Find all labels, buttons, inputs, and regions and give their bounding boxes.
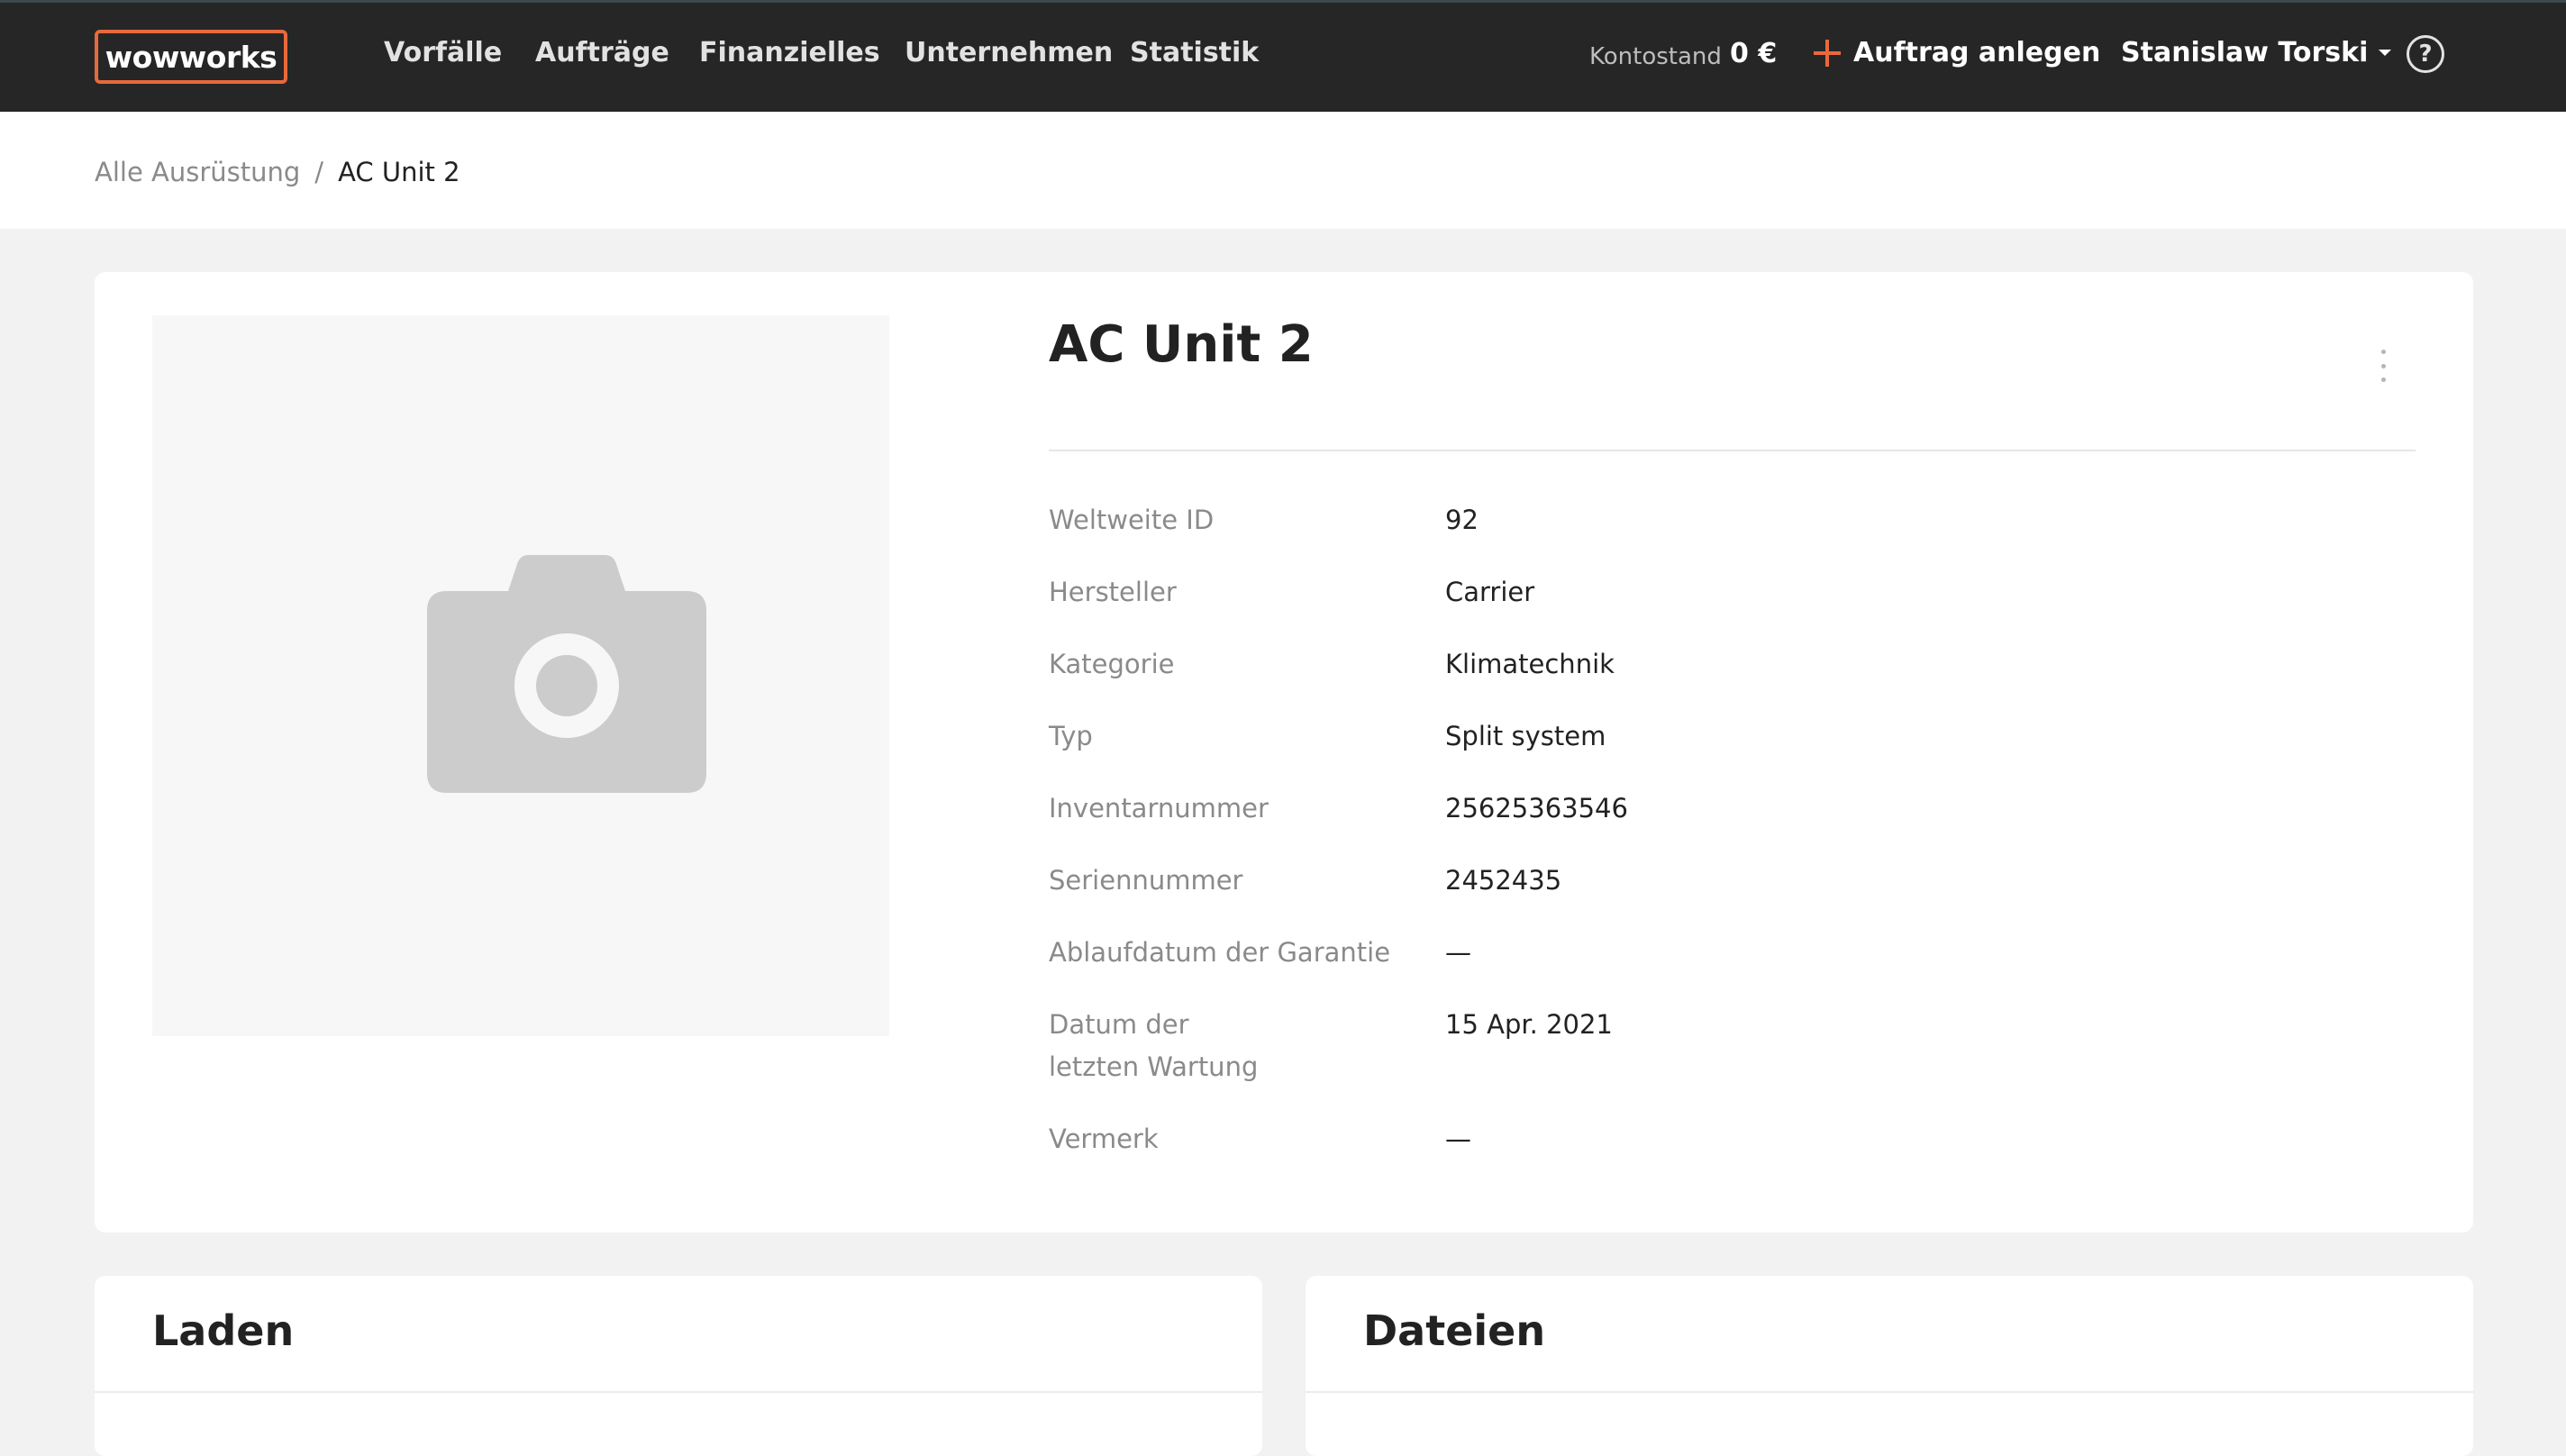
- property-value: —: [1445, 1124, 1471, 1154]
- property-row: Vermerk —: [1049, 1118, 2400, 1160]
- user-name: Stanislaw Torski: [2121, 37, 2369, 68]
- create-order-button[interactable]: Auftrag anlegen: [1814, 37, 2100, 68]
- user-menu-dropdown[interactable]: Stanislaw Torski: [2121, 37, 2392, 68]
- property-label: Weltweite ID: [1049, 505, 1215, 535]
- property-label: Datum der letzten Wartung: [1049, 1009, 1259, 1082]
- property-list: Weltweite ID 92 Hersteller Carrier Kateg…: [1049, 499, 2400, 1160]
- property-label: Seriennummer: [1049, 865, 1243, 896]
- property-label: Kategorie: [1049, 649, 1175, 679]
- caret-down-icon: [2379, 50, 2392, 56]
- top-navbar: wowworks Vorfälle Aufträge Finanzielles …: [0, 0, 2566, 112]
- equipment-title: AC Unit 2: [1049, 315, 1314, 374]
- property-label: Inventarnummer: [1049, 793, 1269, 824]
- property-value: 25625363546: [1445, 793, 1628, 824]
- property-row: Weltweite ID 92: [1049, 499, 2400, 541]
- nav-link-auftraege[interactable]: Aufträge: [535, 37, 669, 68]
- camera-icon: [427, 555, 706, 793]
- property-label: Hersteller: [1049, 577, 1177, 607]
- wowworks-logo[interactable]: wowworks: [95, 30, 287, 84]
- files-section: Dateien: [1306, 1276, 2473, 1456]
- property-row: Hersteller Carrier: [1049, 571, 2400, 614]
- property-row: Kategorie Klimatechnik: [1049, 643, 2400, 686]
- section-divider: [95, 1391, 1262, 1393]
- property-row: Ablaufdatum der Garantie —: [1049, 932, 2400, 974]
- breadcrumb: Alle Ausrüstung / AC Unit 2: [95, 157, 460, 187]
- breadcrumb-all-equipment[interactable]: Alle Ausrüstung: [95, 157, 300, 187]
- loads-section: Laden: [95, 1276, 1262, 1456]
- equipment-card: AC Unit 2 Weltweite ID 92 Hersteller Car…: [95, 272, 2473, 1233]
- title-divider: [1049, 450, 2416, 451]
- breadcrumb-current: AC Unit 2: [338, 157, 460, 187]
- property-row: Datum der letzten Wartung 15 Apr. 2021: [1049, 1004, 2400, 1088]
- property-value: 92: [1445, 505, 1479, 535]
- property-row: Inventarnummer 25625363546: [1049, 787, 2400, 830]
- property-value: —: [1445, 937, 1471, 968]
- nav-link-finanzielles[interactable]: Finanzielles: [699, 37, 880, 68]
- section-divider: [1306, 1391, 2473, 1393]
- balance-label: Kontostand: [1589, 43, 1722, 70]
- files-section-title: Dateien: [1363, 1306, 1546, 1355]
- help-icon[interactable]: ?: [2407, 35, 2444, 73]
- loads-section-title: Laden: [152, 1306, 295, 1355]
- property-label: Ablaufdatum der Garantie: [1049, 937, 1391, 968]
- property-row: Typ Split system: [1049, 715, 2400, 758]
- property-value: 15 Apr. 2021: [1445, 1009, 1613, 1040]
- kebab-menu-icon[interactable]: [2374, 350, 2392, 382]
- nav-link-statistik[interactable]: Statistik: [1130, 37, 1259, 68]
- create-order-label: Auftrag anlegen: [1853, 37, 2101, 68]
- breadcrumb-separator: /: [314, 157, 324, 187]
- breadcrumb-bar: Alle Ausrüstung / AC Unit 2: [0, 112, 2566, 229]
- nav-link-unternehmen[interactable]: Unternehmen: [905, 37, 1113, 68]
- property-value: Carrier: [1445, 577, 1535, 607]
- nav-link-vorfaelle[interactable]: Vorfälle: [384, 37, 502, 68]
- plus-icon: [1814, 39, 1841, 67]
- property-value: 2452435: [1445, 865, 1562, 896]
- balance-value: 0 €: [1730, 38, 1778, 69]
- equipment-photo-placeholder[interactable]: [152, 315, 889, 1036]
- property-label: Typ: [1049, 721, 1093, 751]
- property-value: Split system: [1445, 721, 1606, 751]
- property-row: Seriennummer 2452435: [1049, 860, 2400, 902]
- property-label: Vermerk: [1049, 1124, 1159, 1154]
- property-value: Klimatechnik: [1445, 649, 1615, 679]
